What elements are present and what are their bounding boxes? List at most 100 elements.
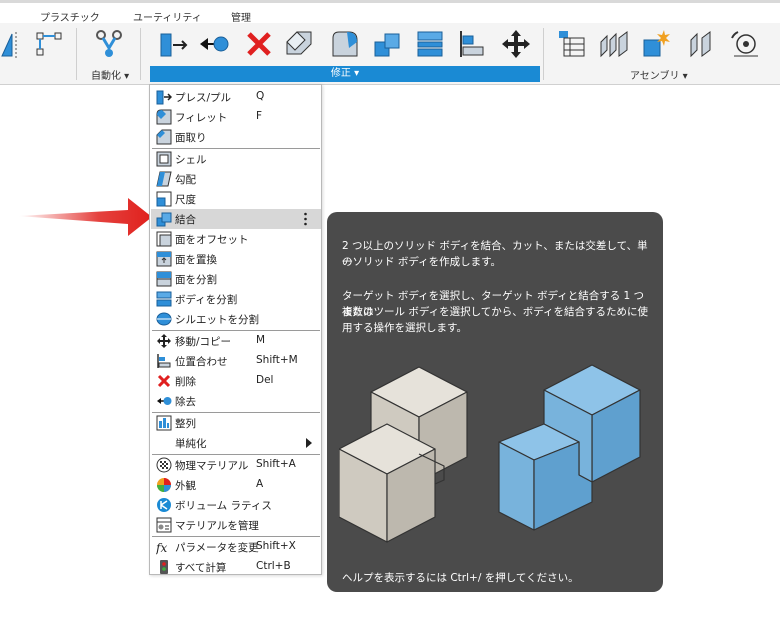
motion-link-icon[interactable] — [728, 28, 760, 60]
menu-item-fillet[interactable]: フィレット F — [151, 107, 321, 127]
svg-text:fx: fx — [156, 541, 167, 555]
scale-icon — [156, 191, 172, 207]
menu-item-shortcut: Shift+A — [256, 458, 296, 470]
automate-icon[interactable] — [93, 28, 125, 60]
chamfer-icon[interactable] — [329, 28, 361, 60]
menu-item-move-copy[interactable]: 移動/コピー M — [151, 331, 321, 351]
combined-body-illustration — [498, 364, 641, 531]
tooltip-description-line: のソリッド ボディを作成します。 — [342, 256, 502, 268]
mirror-icon[interactable] — [0, 28, 32, 60]
menu-item-label: 移動/コピー — [175, 336, 232, 348]
menu-item-label: 外観 — [175, 480, 196, 492]
delete-icon[interactable] — [243, 28, 275, 60]
menu-item-draft[interactable]: 勾配 — [151, 169, 321, 189]
menu-item-label: フィレット — [175, 112, 228, 124]
menu-item-align[interactable]: 位置合わせ Shift+M — [151, 351, 321, 371]
menu-item-shortcut: Shift+X — [256, 540, 296, 552]
remove-icon — [156, 393, 172, 409]
menu-item-label: 尺度 — [175, 194, 196, 206]
menu-item-simplify[interactable]: 単純化 — [151, 433, 321, 453]
joint-origin-icon[interactable] — [686, 28, 718, 60]
more-options-icon[interactable] — [304, 212, 307, 226]
split-face-icon — [156, 271, 172, 287]
tab-utilities[interactable]: ユーティリティ — [133, 9, 202, 24]
move-icon — [156, 333, 172, 349]
replace-face-icon — [156, 251, 172, 267]
align-icon[interactable] — [457, 28, 489, 60]
offset-face-icon — [156, 231, 172, 247]
menu-item-arrange[interactable]: 整列 — [151, 413, 321, 433]
menu-item-press-pull[interactable]: プレス/プル Q — [151, 87, 321, 107]
menu-item-silhouette-split[interactable]: シルエットを分割 — [151, 309, 321, 329]
press-pull-icon[interactable] — [158, 28, 190, 60]
separate-bodies-illustration — [339, 366, 468, 543]
combine-icon — [156, 211, 172, 227]
menu-item-offset-face[interactable]: 面をオフセット — [151, 229, 321, 249]
chamfer-icon — [156, 129, 172, 145]
manage-materials-icon — [156, 517, 172, 533]
menu-item-shortcut: A — [256, 478, 264, 490]
menu-item-change-parameters[interactable]: fx パラメータを変更 Shift+X — [151, 537, 321, 557]
menu-item-label: 削除 — [175, 376, 196, 388]
compute-all-icon — [156, 559, 172, 575]
press-pull-icon — [156, 89, 172, 105]
group-automate-label[interactable]: 自動化 ▾ — [91, 67, 129, 82]
tab-manage[interactable]: 管理 — [231, 9, 251, 24]
remove-icon[interactable] — [198, 28, 230, 60]
menu-item-shortcut: Q — [256, 90, 265, 102]
move-copy-icon[interactable] — [500, 28, 532, 60]
modify-group-dropdown[interactable]: 修正 ▾ — [150, 66, 540, 82]
delete-icon — [156, 373, 172, 389]
menu-item-manage-materials[interactable]: マテリアルを管理 — [151, 515, 321, 535]
menu-item-delete[interactable]: 削除 Del — [151, 371, 321, 391]
split-body-icon[interactable] — [414, 28, 446, 60]
top-border — [0, 0, 780, 3]
red-arrow-pointer — [18, 198, 152, 236]
separator — [76, 28, 77, 80]
menu-item-label: 単純化 — [175, 438, 207, 450]
menu-item-label: 面を置換 — [175, 254, 217, 266]
menu-item-chamfer[interactable]: 面取り — [151, 127, 321, 147]
arrange-icon — [156, 415, 172, 431]
menu-item-label: ボディを分割 — [175, 294, 238, 306]
group-assemble-label[interactable]: アセンブリ ▾ — [630, 67, 688, 82]
menu-item-label: マテリアルを管理 — [175, 520, 259, 532]
change-parameters-icon: fx — [156, 539, 172, 555]
split-body-icon — [156, 291, 172, 307]
joint-icon[interactable] — [598, 28, 630, 60]
menu-item-shortcut: F — [256, 110, 263, 122]
menu-item-shortcut: Del — [256, 374, 274, 386]
menu-item-replace-face[interactable]: 面を置換 — [151, 249, 321, 269]
menu-item-label: シルエットを分割 — [175, 314, 259, 326]
volumetric-lattice-icon — [156, 497, 172, 513]
menu-item-label: 面をオフセット — [175, 234, 249, 246]
new-component-icon[interactable] — [556, 28, 588, 60]
menu-item-scale[interactable]: 尺度 — [151, 189, 321, 209]
separator — [543, 28, 544, 80]
modify-dropdown-menu: プレス/プル Q フィレット F 面取り シェル 勾配 尺度 結合 面をオフセッ… — [149, 84, 322, 575]
tab-plastic[interactable]: プラスチック — [40, 9, 100, 24]
menu-item-split-face[interactable]: 面を分割 — [151, 269, 321, 289]
appearance-icon — [156, 477, 172, 493]
menu-item-physical-material[interactable]: 物理マテリアル Shift+A — [151, 455, 321, 475]
combine-illustration — [339, 364, 641, 543]
menu-item-shell[interactable]: シェル — [151, 149, 321, 169]
menu-item-appearance[interactable]: 外観 A — [151, 475, 321, 495]
menu-item-label: 位置合わせ — [175, 356, 228, 368]
menu-item-combine[interactable]: 結合 — [151, 209, 321, 229]
as-built-joint-icon[interactable] — [640, 28, 672, 60]
physical-material-icon — [156, 457, 172, 473]
menu-item-label: 結合 — [175, 214, 196, 226]
menu-item-split-body[interactable]: ボディを分割 — [151, 289, 321, 309]
separator — [140, 28, 141, 80]
tooltip-help-hint: ヘルプを表示するには Ctrl+/ を押してください。 — [342, 572, 579, 584]
menu-item-label: 勾配 — [175, 174, 196, 186]
fillet-icon[interactable] — [283, 28, 315, 60]
menu-item-compute-all[interactable]: すべて計算 Ctrl+B — [151, 557, 321, 577]
menu-item-shortcut: Ctrl+B — [256, 560, 291, 572]
menu-item-remove[interactable]: 除去 — [151, 391, 321, 411]
submenu-arrow-icon — [306, 438, 312, 448]
menu-item-volumetric-lattice[interactable]: ボリューム ラティス — [151, 495, 321, 515]
combine-icon[interactable] — [371, 28, 403, 60]
sketch-pattern-icon[interactable] — [34, 28, 66, 60]
